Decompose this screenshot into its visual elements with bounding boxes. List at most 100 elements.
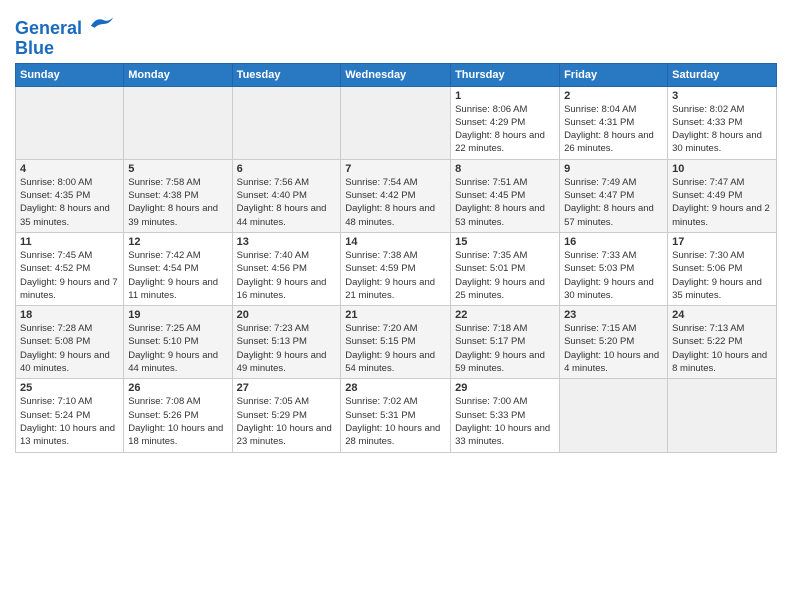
sunrise: Sunrise: 7:13 AM	[672, 322, 772, 335]
day-number: 7	[345, 163, 446, 175]
sunrise: Sunrise: 7:05 AM	[237, 395, 337, 408]
calendar-cell	[232, 86, 341, 159]
day-number: 5	[128, 163, 227, 175]
daylight: Daylight: 9 hours and 11 minutes.	[128, 276, 227, 303]
calendar-cell: 26 Sunrise: 7:08 AM Sunset: 5:26 PM Dayl…	[124, 379, 232, 452]
sunrise: Sunrise: 7:35 AM	[455, 249, 555, 262]
day-info: Sunrise: 7:45 AM Sunset: 4:52 PM Dayligh…	[20, 249, 119, 302]
day-number: 22	[455, 309, 555, 321]
daylight: Daylight: 9 hours and 16 minutes.	[237, 276, 337, 303]
sunset: Sunset: 5:13 PM	[237, 335, 337, 348]
calendar-cell	[668, 379, 777, 452]
day-number: 14	[345, 236, 446, 248]
calendar-cell: 1 Sunrise: 8:06 AM Sunset: 4:29 PM Dayli…	[451, 86, 560, 159]
sunrise: Sunrise: 7:45 AM	[20, 249, 119, 262]
sunset: Sunset: 5:26 PM	[128, 409, 227, 422]
day-number: 3	[672, 90, 772, 102]
day-number: 2	[564, 90, 663, 102]
sunrise: Sunrise: 7:23 AM	[237, 322, 337, 335]
day-info: Sunrise: 7:35 AM Sunset: 5:01 PM Dayligh…	[455, 249, 555, 302]
sunset: Sunset: 4:40 PM	[237, 189, 337, 202]
calendar-cell: 16 Sunrise: 7:33 AM Sunset: 5:03 PM Dayl…	[560, 232, 668, 305]
day-info: Sunrise: 7:42 AM Sunset: 4:54 PM Dayligh…	[128, 249, 227, 302]
day-number: 10	[672, 163, 772, 175]
logo-text-blue: Blue	[15, 39, 117, 59]
sunset: Sunset: 4:52 PM	[20, 262, 119, 275]
sunset: Sunset: 5:10 PM	[128, 335, 227, 348]
day-number: 27	[237, 382, 337, 394]
sunrise: Sunrise: 8:00 AM	[20, 176, 119, 189]
day-number: 29	[455, 382, 555, 394]
sunrise: Sunrise: 7:08 AM	[128, 395, 227, 408]
daylight: Daylight: 9 hours and 44 minutes.	[128, 349, 227, 376]
day-number: 19	[128, 309, 227, 321]
daylight: Daylight: 9 hours and 7 minutes.	[20, 276, 119, 303]
day-info: Sunrise: 7:25 AM Sunset: 5:10 PM Dayligh…	[128, 322, 227, 375]
sunset: Sunset: 4:29 PM	[455, 116, 555, 129]
sunrise: Sunrise: 7:56 AM	[237, 176, 337, 189]
calendar-cell: 8 Sunrise: 7:51 AM Sunset: 4:45 PM Dayli…	[451, 159, 560, 232]
sunrise: Sunrise: 7:15 AM	[564, 322, 663, 335]
day-info: Sunrise: 8:02 AM Sunset: 4:33 PM Dayligh…	[672, 103, 772, 156]
day-info: Sunrise: 8:00 AM Sunset: 4:35 PM Dayligh…	[20, 176, 119, 229]
day-info: Sunrise: 8:06 AM Sunset: 4:29 PM Dayligh…	[455, 103, 555, 156]
sunset: Sunset: 5:08 PM	[20, 335, 119, 348]
daylight: Daylight: 9 hours and 54 minutes.	[345, 349, 446, 376]
calendar-cell: 28 Sunrise: 7:02 AM Sunset: 5:31 PM Dayl…	[341, 379, 451, 452]
day-header-sunday: Sunday	[16, 63, 124, 86]
sunrise: Sunrise: 7:47 AM	[672, 176, 772, 189]
day-info: Sunrise: 7:08 AM Sunset: 5:26 PM Dayligh…	[128, 395, 227, 448]
sunrise: Sunrise: 7:51 AM	[455, 176, 555, 189]
day-info: Sunrise: 7:56 AM Sunset: 4:40 PM Dayligh…	[237, 176, 337, 229]
sunrise: Sunrise: 7:54 AM	[345, 176, 446, 189]
sunrise: Sunrise: 7:42 AM	[128, 249, 227, 262]
daylight: Daylight: 8 hours and 57 minutes.	[564, 202, 663, 229]
daylight: Daylight: 10 hours and 4 minutes.	[564, 349, 663, 376]
day-info: Sunrise: 7:40 AM Sunset: 4:56 PM Dayligh…	[237, 249, 337, 302]
sunset: Sunset: 4:35 PM	[20, 189, 119, 202]
sunset: Sunset: 4:42 PM	[345, 189, 446, 202]
calendar-cell: 7 Sunrise: 7:54 AM Sunset: 4:42 PM Dayli…	[341, 159, 451, 232]
day-info: Sunrise: 7:47 AM Sunset: 4:49 PM Dayligh…	[672, 176, 772, 229]
day-number: 26	[128, 382, 227, 394]
sunrise: Sunrise: 7:40 AM	[237, 249, 337, 262]
day-number: 16	[564, 236, 663, 248]
calendar-cell: 29 Sunrise: 7:00 AM Sunset: 5:33 PM Dayl…	[451, 379, 560, 452]
daylight: Daylight: 10 hours and 33 minutes.	[455, 422, 555, 449]
day-info: Sunrise: 8:04 AM Sunset: 4:31 PM Dayligh…	[564, 103, 663, 156]
sunset: Sunset: 5:24 PM	[20, 409, 119, 422]
sunset: Sunset: 5:01 PM	[455, 262, 555, 275]
day-number: 12	[128, 236, 227, 248]
logo: General Blue	[15, 14, 117, 59]
day-number: 20	[237, 309, 337, 321]
calendar-cell	[560, 379, 668, 452]
sunrise: Sunrise: 7:10 AM	[20, 395, 119, 408]
calendar-table: SundayMondayTuesdayWednesdayThursdayFrid…	[15, 63, 777, 453]
day-info: Sunrise: 7:10 AM Sunset: 5:24 PM Dayligh…	[20, 395, 119, 448]
day-info: Sunrise: 7:23 AM Sunset: 5:13 PM Dayligh…	[237, 322, 337, 375]
day-header-saturday: Saturday	[668, 63, 777, 86]
day-number: 1	[455, 90, 555, 102]
day-number: 25	[20, 382, 119, 394]
day-number: 13	[237, 236, 337, 248]
day-number: 24	[672, 309, 772, 321]
calendar-cell: 18 Sunrise: 7:28 AM Sunset: 5:08 PM Dayl…	[16, 306, 124, 379]
daylight: Daylight: 8 hours and 48 minutes.	[345, 202, 446, 229]
sunset: Sunset: 5:17 PM	[455, 335, 555, 348]
day-info: Sunrise: 7:49 AM Sunset: 4:47 PM Dayligh…	[564, 176, 663, 229]
daylight: Daylight: 10 hours and 23 minutes.	[237, 422, 337, 449]
daylight: Daylight: 10 hours and 28 minutes.	[345, 422, 446, 449]
calendar-cell	[341, 86, 451, 159]
day-number: 4	[20, 163, 119, 175]
day-header-wednesday: Wednesday	[341, 63, 451, 86]
daylight: Daylight: 8 hours and 26 minutes.	[564, 129, 663, 156]
sunset: Sunset: 4:38 PM	[128, 189, 227, 202]
header: General Blue	[15, 10, 777, 59]
daylight: Daylight: 8 hours and 53 minutes.	[455, 202, 555, 229]
daylight: Daylight: 9 hours and 59 minutes.	[455, 349, 555, 376]
sunset: Sunset: 5:22 PM	[672, 335, 772, 348]
day-info: Sunrise: 7:15 AM Sunset: 5:20 PM Dayligh…	[564, 322, 663, 375]
sunrise: Sunrise: 7:00 AM	[455, 395, 555, 408]
daylight: Daylight: 9 hours and 49 minutes.	[237, 349, 337, 376]
page-container: General Blue SundayMondayTuesdayWednesda…	[0, 0, 792, 463]
